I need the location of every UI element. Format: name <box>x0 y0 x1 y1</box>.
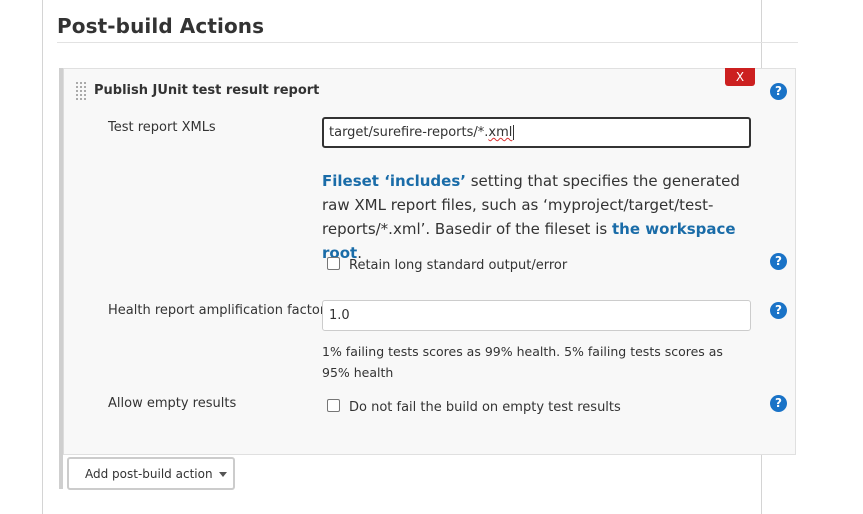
allow-empty-checkbox[interactable] <box>327 399 340 412</box>
health-factor-label: Health report amplification factor <box>108 303 326 318</box>
add-post-build-action-label: Add post-build action <box>85 466 213 481</box>
allow-empty-label: Allow empty results <box>108 396 237 411</box>
misspelled-word: xml <box>488 125 513 140</box>
retain-output-checkbox[interactable] <box>327 257 340 270</box>
help-icon[interactable]: ? <box>770 302 787 319</box>
text-caret <box>513 125 515 140</box>
help-icon[interactable]: ? <box>770 83 787 100</box>
step-title: Publish JUnit test result report <box>94 83 320 98</box>
chevron-down-icon <box>218 471 227 477</box>
allow-empty-checkbox-label[interactable]: Do not fail the build on empty test resu… <box>349 400 621 415</box>
help-icon[interactable]: ? <box>770 395 787 412</box>
delete-step-button[interactable]: X <box>725 68 755 86</box>
fileset-includes-link[interactable]: Fileset ‘includes’ <box>322 172 466 190</box>
add-post-build-action-button[interactable]: Add post-build action <box>67 457 235 490</box>
section-divider <box>57 42 798 43</box>
drag-handle-icon[interactable] <box>76 82 88 102</box>
retain-output-label[interactable]: Retain long standard output/error <box>349 258 567 273</box>
help-icon[interactable]: ? <box>770 253 787 270</box>
health-factor-input[interactable]: 1.0 <box>322 300 751 331</box>
section-title: Post-build Actions <box>57 14 265 38</box>
test-report-xmls-value: target/surefire-reports/*. <box>329 125 489 140</box>
health-factor-help-text: 1% failing tests scores as 99% health. 5… <box>322 344 723 380</box>
test-report-xmls-label: Test report XMLs <box>108 120 216 135</box>
test-report-xmls-input[interactable]: target/surefire-reports/*.xml <box>322 117 751 148</box>
step-inner-border <box>63 68 66 455</box>
test-report-xmls-description: Fileset ‘includes’ setting that specifie… <box>322 169 752 265</box>
